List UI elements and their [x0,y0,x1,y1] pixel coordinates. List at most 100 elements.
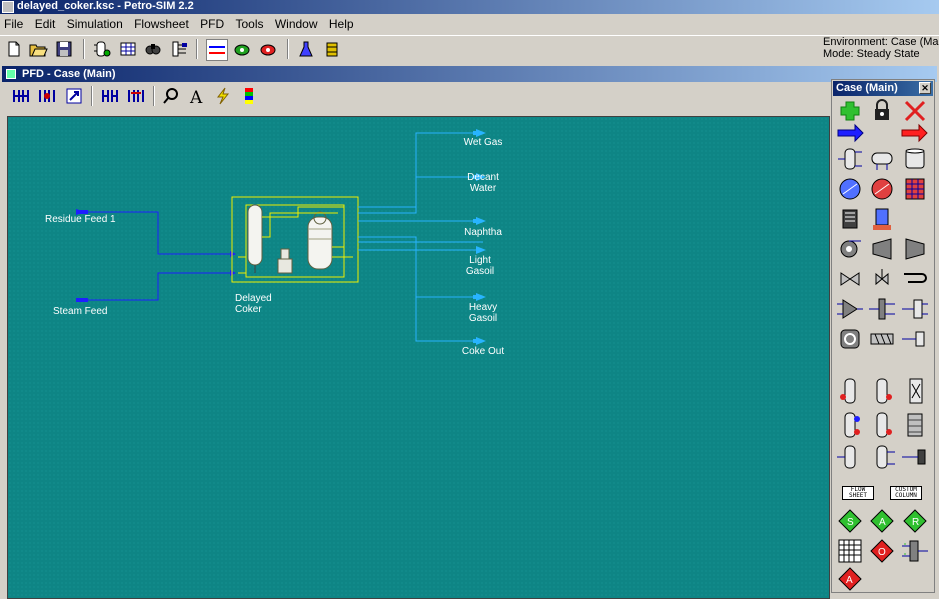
pfd-canvas[interactable]: Residue Feed 1 Steam Feed Delayed Coker … [7,116,830,599]
light-gasoil-stream[interactable] [358,241,486,254]
menu-bar: File Edit Simulation Flowsheet PFD Tools… [0,14,939,34]
tank-icon[interactable] [900,144,930,174]
menu-flowsheet[interactable]: Flowsheet [130,14,193,34]
light-gasoil-label[interactable]: Light Gasoil [455,255,505,277]
menu-simulation[interactable]: Simulation [63,14,127,34]
object-palette: Case (Main) ✕ FLOW SHEET CUSTOM COLUMN S… [831,79,935,593]
stream-name-line: Light [469,255,491,266]
expander-icon[interactable] [900,234,930,264]
menu-tools[interactable]: Tools [231,14,267,34]
mixer-icon[interactable] [835,294,865,324]
delayed-coker-unit[interactable] [231,196,359,283]
heavy-gasoil-label[interactable]: Heavy Gasoil [458,302,508,324]
menu-help[interactable]: Help [325,14,358,34]
svg-text:A: A [846,575,853,586]
cooler-heater-icon[interactable] [867,174,897,204]
simulation-basis-icon[interactable] [92,39,112,59]
spreadsheet-icon[interactable] [835,536,865,566]
residue-feed-label[interactable]: Residue Feed 1 [45,214,116,225]
menu-pfd[interactable]: PFD [196,14,228,34]
label-icon[interactable]: A [187,86,207,106]
component-splitter-icon[interactable] [900,294,930,324]
air-cooler-icon[interactable] [900,174,930,204]
recycle-logic-icon[interactable]: R [900,506,930,536]
steam-feed-label[interactable]: Steam Feed [53,306,107,317]
pfd-window-icon [6,69,16,79]
pfd-icon[interactable] [206,39,228,61]
environment-status: Environment: Case (Main) Mode: Steady St… [823,36,939,60]
liquid-extractor-icon[interactable] [900,410,930,440]
hold-solver-icon[interactable] [258,39,278,59]
valve-icon[interactable] [835,264,865,294]
pump-icon[interactable] [835,234,865,264]
pipe-segment-icon[interactable] [900,264,930,294]
active-solver-icon[interactable] [232,39,252,59]
lock-icon[interactable] [867,96,897,126]
open-icon[interactable] [28,39,48,59]
menu-file[interactable]: File [0,14,27,34]
stream-saturator-icon[interactable] [900,442,930,472]
stream-name-line: Decant [467,172,499,183]
absorber-icon[interactable] [835,376,865,406]
mode-label: Mode: Steady State [823,48,920,60]
reboiled-absorber-icon[interactable] [867,376,897,406]
menu-edit[interactable]: Edit [31,14,60,34]
zoom-icon[interactable] [161,86,181,106]
colour-scheme-icon[interactable] [239,86,259,106]
svg-text:S: S [847,517,854,528]
lab-icon[interactable] [296,39,316,59]
adjust-icon[interactable] [867,324,897,354]
short-cut-column-icon[interactable] [835,442,865,472]
oil-icon[interactable] [322,39,342,59]
steam-feed-stream[interactable] [76,270,236,302]
compressor-icon[interactable] [867,234,897,264]
custom-column-button[interactable]: CUSTOM COLUMN [890,486,922,500]
coke-out-label[interactable]: Coke Out [458,346,508,357]
pfd-title: PFD - Case (Main) [22,68,116,80]
separator-icon[interactable] [835,144,865,174]
size-mode-icon[interactable] [11,86,31,106]
new-icon[interactable] [4,39,24,59]
adjust-logic-icon[interactable]: A [867,506,897,536]
naphtha-stream[interactable] [358,217,486,225]
auto-position-icon[interactable] [37,86,57,106]
naphtha-label[interactable]: Naphtha [458,227,508,238]
palette-title-bar: Case (Main) ✕ [833,81,933,96]
delayed-coker-label[interactable]: Delayed Coker [235,293,272,315]
save-icon[interactable] [54,39,74,59]
heat-exchanger-icon[interactable] [835,174,865,204]
color-icon[interactable] [213,86,233,106]
distillation-column-icon[interactable] [835,410,865,440]
decant-water-label[interactable]: Decant Water [458,172,508,194]
spreadsheet-op-icon[interactable] [900,324,930,354]
fired-heater-icon[interactable] [835,204,865,234]
three-phase-distillation-icon[interactable] [867,410,897,440]
title-bar: delayed_coker.ksc - Petro-SIM 2.2 [0,0,939,14]
pfd-title-bar: PFD - Case (Main) [2,66,937,82]
flowsheet-button[interactable]: FLOW SHEET [842,486,874,500]
tee-icon[interactable] [867,294,897,324]
workbook-icon[interactable] [118,39,138,59]
reactor-icon[interactable] [867,204,897,234]
three-phase-separator-icon[interactable] [867,144,897,174]
zoom-fit-icon[interactable] [64,86,84,106]
refluxed-absorber-icon[interactable] [900,376,930,406]
wet-gas-label[interactable]: Wet Gas [458,137,508,148]
balance-icon[interactable] [900,536,930,566]
set-logic-icon[interactable]: S [835,506,865,536]
selector-icon[interactable]: A [835,564,865,594]
relief-valve-icon[interactable] [867,264,897,294]
svg-text:A: A [879,517,886,528]
pid-controller-icon[interactable]: O [867,536,897,566]
attach-mode-icon[interactable] [126,86,146,106]
main-toolbar [0,35,939,65]
layout-icon[interactable] [100,86,120,106]
recycle-icon[interactable] [835,324,865,354]
toolbar-separator [287,39,289,59]
flowsheet-icon[interactable] [170,39,190,59]
menu-window[interactable]: Window [271,14,322,34]
component-column-icon[interactable] [867,442,897,472]
find-icon[interactable] [143,39,163,59]
svg-text:R: R [912,517,919,528]
palette-close-button[interactable]: ✕ [919,82,931,94]
